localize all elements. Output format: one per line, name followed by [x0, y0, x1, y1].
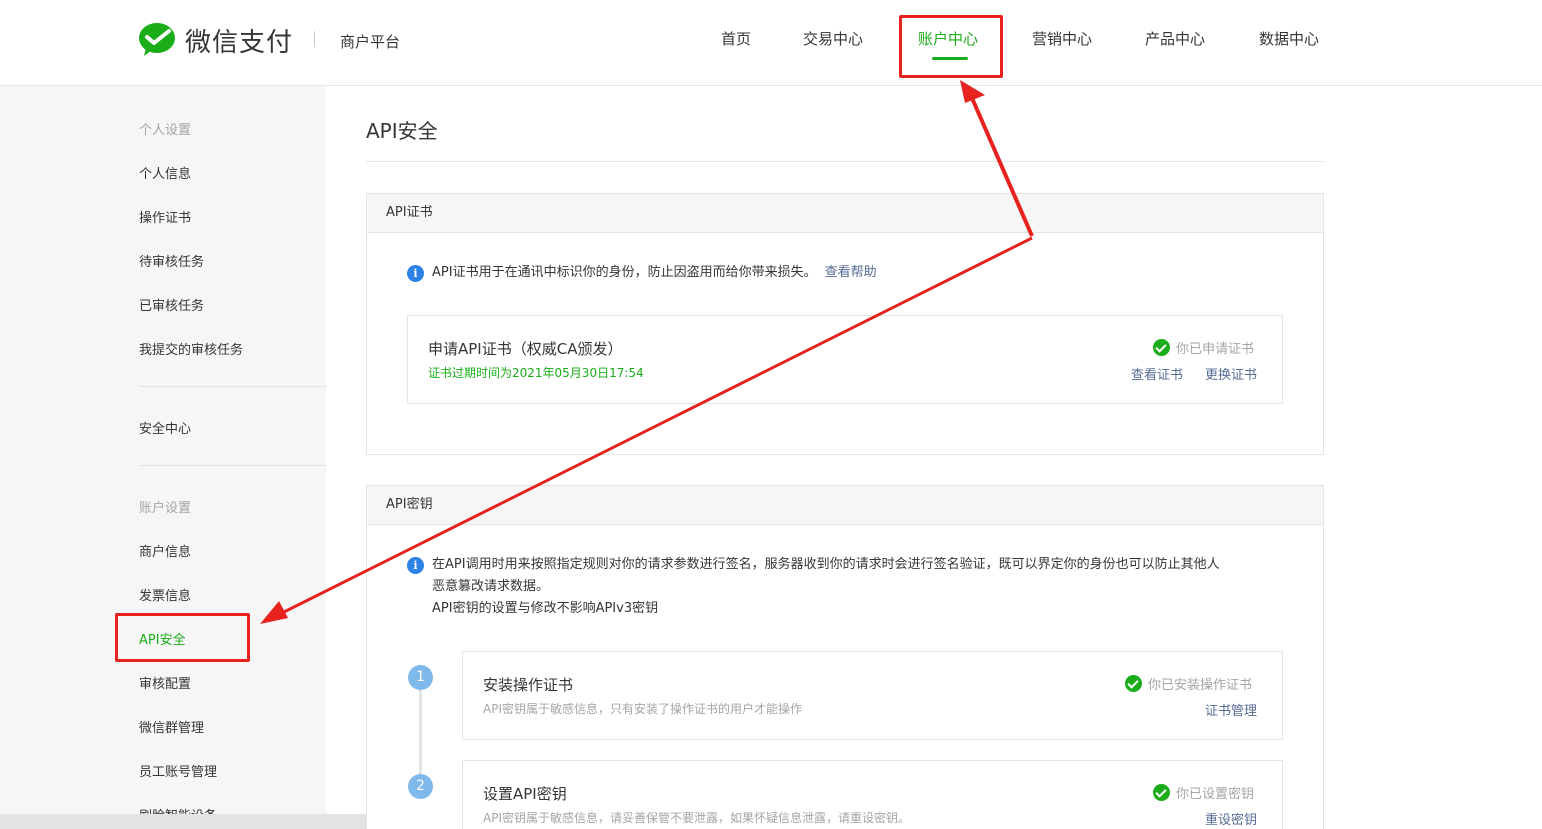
replace-cert-link[interactable]: 更换证书 [1205, 364, 1257, 383]
brand-divider [314, 31, 315, 47]
wechat-pay-merchant-page: 微信支付 商户平台 首页 交易中心 账户中心 营销中心 产品中心 数据中心 个人… [0, 0, 1542, 829]
install-cert-status-text: 你已安装操作证书 [1148, 678, 1253, 693]
api-cert-card-title: 申请API证书（权威CA颁发） [428, 340, 623, 358]
sidebar-item-security-center[interactable]: 安全中心 [139, 418, 191, 437]
reset-key-link[interactable]: 重设密钥 [1205, 809, 1257, 828]
top-header: 微信支付 商户平台 首页 交易中心 账户中心 营销中心 产品中心 数据中心 [0, 0, 1542, 86]
brand-logo[interactable]: 微信支付 [138, 22, 293, 58]
sidebar-item-review-config[interactable]: 审核配置 [139, 673, 191, 692]
brand-name: 微信支付 [185, 27, 294, 58]
nav-marketing-center[interactable]: 营销中心 [1032, 28, 1092, 50]
sidebar-group-account: 账户设置 [139, 501, 192, 516]
api-key-heading: API密钥 [367, 486, 1323, 525]
check-circle-icon [1125, 675, 1142, 692]
title-divider [366, 161, 1324, 162]
set-api-key-step-desc: API密钥属于敏感信息，请妥善保管不要泄露，如果怀疑信息泄露，请重设密钥。 [483, 811, 910, 825]
nav-product-center[interactable]: 产品中心 [1145, 28, 1205, 50]
api-cert-heading: API证书 [367, 194, 1323, 233]
cert-status-text: 你已申请证书 [1176, 342, 1255, 357]
sidebar-item-pending-review[interactable]: 待审核任务 [139, 251, 204, 270]
annotation-highlight-sidebar [115, 613, 250, 662]
info-icon: i [407, 557, 424, 574]
sidebar-group-personal: 个人设置 [139, 123, 192, 138]
install-cert-step-card [462, 651, 1283, 740]
api-key-info-line2: 恶意篡改请求数据。 [432, 579, 550, 594]
api-cert-info-text: API证书用于在通讯中标识你的身份，防止因盗用而给你带来损失。 [432, 265, 817, 280]
api-cert-card [407, 315, 1283, 404]
page-title: API安全 [366, 119, 438, 143]
help-link[interactable]: 查看帮助 [825, 265, 877, 280]
sidebar-item-operation-cert[interactable]: 操作证书 [139, 207, 191, 226]
set-api-key-status-text: 你已设置密钥 [1176, 787, 1255, 802]
cert-status: 你已申请证书 [1153, 338, 1254, 357]
cert-expiry-text: 证书过期时间为2021年05月30日17:54 [428, 366, 644, 380]
install-cert-step-desc: API密钥属于敏感信息，只有安装了操作证书的用户才能操作 [483, 702, 802, 716]
info-icon: i [407, 265, 424, 282]
set-api-key-status: 你已设置密钥 [1153, 783, 1254, 802]
step-number-badge: 1 [405, 662, 436, 693]
api-key-info-line1: 在API调用时用来按照指定规则对你的请求参数进行签名，服务器收到你的请求时会进行… [432, 557, 1220, 572]
sidebar-item-my-submitted[interactable]: 我提交的审核任务 [139, 339, 243, 358]
step-connector-line [419, 688, 422, 788]
platform-title: 商户平台 [340, 33, 401, 51]
install-cert-status: 你已安装操作证书 [1125, 674, 1252, 693]
api-cert-info: API证书用于在通讯中标识你的身份，防止因盗用而给你带来损失。 查看帮助 [432, 262, 877, 284]
sidebar-item-wechat-group[interactable]: 微信群管理 [139, 717, 204, 736]
sidebar-item-invoice-info[interactable]: 发票信息 [139, 585, 191, 604]
nav-data-center[interactable]: 数据中心 [1259, 28, 1319, 50]
api-key-info-line3: API密钥的设置与修改不影响APIv3密钥 [432, 601, 659, 616]
nav-home[interactable]: 首页 [721, 28, 751, 50]
wechat-pay-logo-icon [139, 23, 175, 56]
horizontal-scrollbar[interactable] [0, 814, 418, 829]
set-api-key-step-title: 设置API密钥 [483, 785, 567, 803]
check-circle-icon [1153, 339, 1170, 356]
annotation-highlight-nav [899, 15, 1003, 78]
sidebar-divider [139, 465, 326, 466]
view-cert-link[interactable]: 查看证书 [1131, 364, 1183, 383]
install-cert-step-title: 安装操作证书 [483, 676, 574, 694]
check-circle-icon [1153, 784, 1170, 801]
sidebar-item-reviewed[interactable]: 已审核任务 [139, 295, 204, 314]
cert-management-link[interactable]: 证书管理 [1205, 700, 1257, 719]
sidebar-item-staff-accounts[interactable]: 员工账号管理 [139, 761, 217, 780]
nav-trade-center[interactable]: 交易中心 [803, 28, 863, 50]
sidebar-item-merchant-info[interactable]: 商户信息 [139, 541, 191, 560]
step-number-badge: 2 [405, 771, 436, 802]
sidebar-divider [139, 386, 326, 387]
sidebar-item-personal-info[interactable]: 个人信息 [139, 163, 191, 182]
